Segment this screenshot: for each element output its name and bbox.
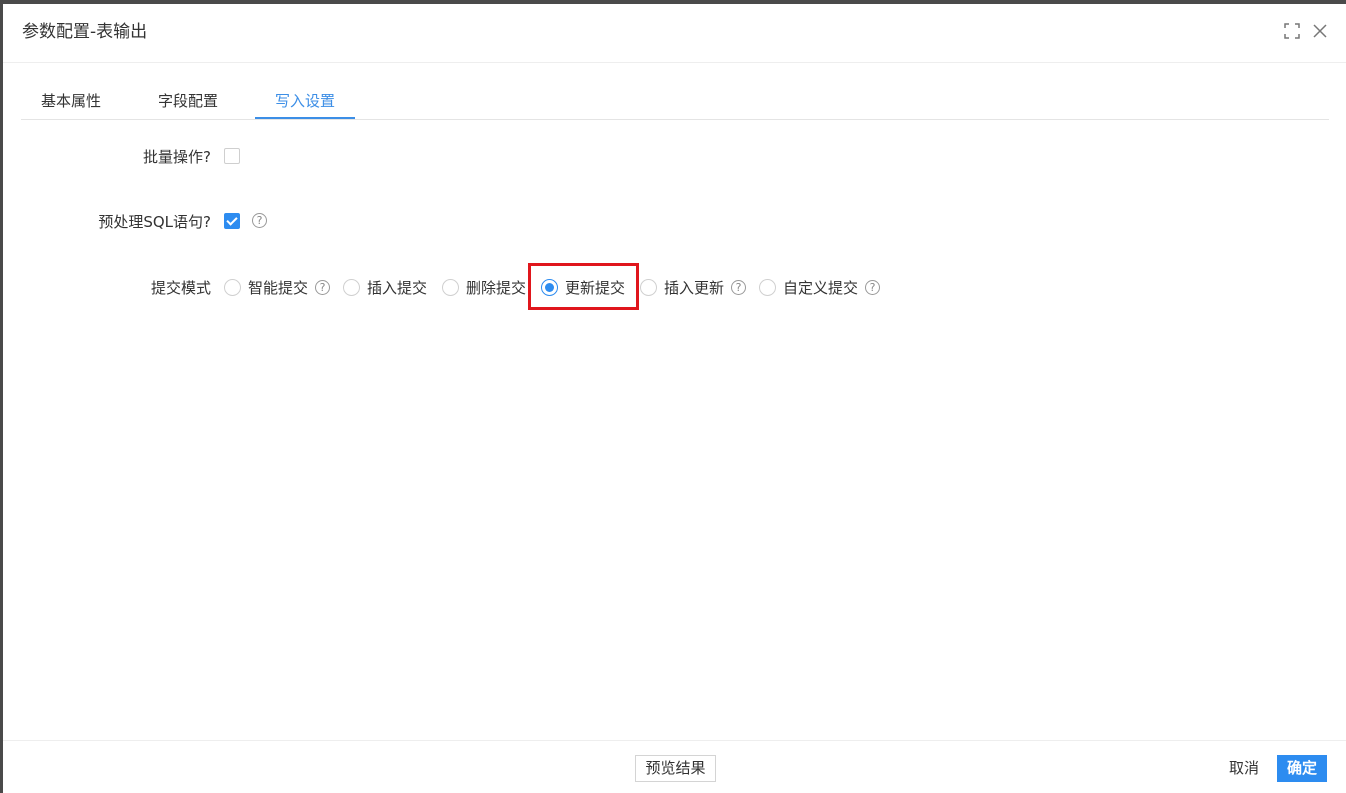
- radio-label: 智能提交: [248, 279, 309, 297]
- radio-label: 自定义提交: [783, 279, 859, 297]
- cancel-button[interactable]: 取消: [1219, 755, 1269, 782]
- confirm-button[interactable]: 确定: [1277, 755, 1327, 782]
- dialog-header: 参数配置-表输出: [3, 4, 1346, 63]
- question-circle-icon[interactable]: ?: [865, 280, 880, 295]
- prepared-sql-row: 预处理SQL语句? ?: [3, 210, 1346, 234]
- radio-circle[interactable]: [640, 279, 657, 296]
- radio-circle[interactable]: [541, 279, 558, 296]
- radio-circle[interactable]: [224, 279, 241, 296]
- dialog-title: 参数配置-表输出: [22, 22, 148, 42]
- preview-result-button[interactable]: 预览结果: [635, 755, 716, 782]
- batch-checkbox[interactable]: [224, 148, 240, 164]
- batch-label: 批量操作?: [143, 148, 211, 166]
- question-circle-icon[interactable]: ?: [731, 280, 746, 295]
- tab-bar: 基本属性 字段配置 写入设置: [21, 84, 1329, 120]
- radio-circle[interactable]: [442, 279, 459, 296]
- prepared-sql-checkbox[interactable]: [224, 213, 240, 229]
- radio-label: 更新提交: [565, 279, 626, 297]
- close-icon[interactable]: [1311, 22, 1329, 40]
- tab-write-settings[interactable]: 写入设置: [255, 84, 355, 119]
- tab-field-config[interactable]: 字段配置: [138, 84, 238, 119]
- radio-circle[interactable]: [343, 279, 360, 296]
- question-circle-icon[interactable]: ?: [315, 280, 330, 295]
- radio-label: 插入提交: [367, 279, 428, 297]
- prepared-sql-label: 预处理SQL语句?: [98, 213, 211, 231]
- commit-mode-label: 提交模式: [150, 279, 211, 297]
- dialog-footer: 预览结果 取消 确定: [3, 740, 1346, 793]
- commit-mode-row: 提交模式 智能提交 ? 插入提交 删除提交 更新提交 插入更新 ? 自定义提交 …: [3, 276, 1346, 300]
- batch-row: 批量操作?: [3, 145, 1346, 169]
- param-config-dialog: 参数配置-表输出 基本属性 字段配置 写入设置 批量操作? 预处理SQL语句? …: [3, 4, 1346, 793]
- radio-label: 插入更新: [664, 279, 725, 297]
- question-circle-icon[interactable]: ?: [252, 213, 267, 228]
- maximize-icon[interactable]: [1283, 22, 1301, 40]
- tab-basic-properties[interactable]: 基本属性: [21, 84, 121, 119]
- radio-label: 删除提交: [466, 279, 527, 297]
- radio-circle[interactable]: [759, 279, 776, 296]
